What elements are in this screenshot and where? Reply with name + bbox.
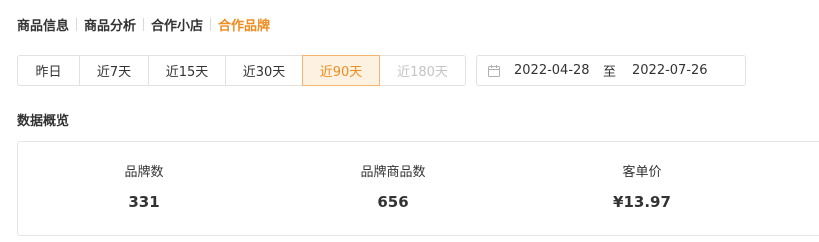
tab-partner-brands[interactable]: 合作品牌 bbox=[218, 15, 270, 34]
start-date-input[interactable]: 2022-04-28 bbox=[514, 63, 590, 78]
tab-partner-shops[interactable]: 合作小店 bbox=[151, 15, 203, 34]
nav-tabs: 商品信息 商品分析 合作小店 合作品牌 bbox=[17, 14, 270, 34]
tab-product-info[interactable]: 商品信息 bbox=[17, 15, 69, 34]
data-overview-title: 数据概览 bbox=[17, 114, 70, 129]
tab-product-analysis[interactable]: 商品分析 bbox=[84, 15, 136, 34]
metric-value: 656 bbox=[377, 193, 409, 211]
calendar-icon bbox=[488, 65, 500, 77]
metric-label: 品牌商品数 bbox=[360, 165, 426, 180]
metric-label: 品牌数 bbox=[124, 165, 164, 180]
range-15-days-button[interactable]: 近15天 bbox=[148, 55, 226, 86]
tab-divider bbox=[143, 17, 145, 31]
metric-value: 331 bbox=[128, 193, 160, 211]
data-overview-card: 品牌数 331 品牌商品数 656 客单价 ¥13.97 bbox=[17, 141, 819, 236]
metric-value: ¥13.97 bbox=[613, 193, 671, 211]
metric-avg-order-value: 客单价 ¥13.97 bbox=[562, 164, 722, 211]
tab-divider bbox=[76, 17, 78, 31]
end-date-input[interactable]: 2022-07-26 bbox=[632, 63, 708, 78]
range-7-days-button[interactable]: 近7天 bbox=[79, 55, 149, 86]
tab-divider bbox=[210, 17, 212, 31]
metric-brand-count: 品牌数 331 bbox=[64, 164, 224, 211]
date-range-picker[interactable]: 2022-04-28 至 2022-07-26 bbox=[476, 55, 746, 86]
range-yesterday-button[interactable]: 昨日 bbox=[17, 55, 80, 86]
date-range-selector: 昨日 近7天 近15天 近30天 近90天 近180天 bbox=[17, 55, 466, 86]
range-30-days-button[interactable]: 近30天 bbox=[225, 55, 303, 86]
date-separator: 至 bbox=[603, 65, 617, 80]
metric-brand-product-count: 品牌商品数 656 bbox=[313, 164, 473, 211]
metric-label: 客单价 bbox=[622, 165, 662, 180]
range-90-days-button[interactable]: 近90天 bbox=[302, 55, 380, 86]
range-180-days-button: 近180天 bbox=[379, 55, 466, 86]
